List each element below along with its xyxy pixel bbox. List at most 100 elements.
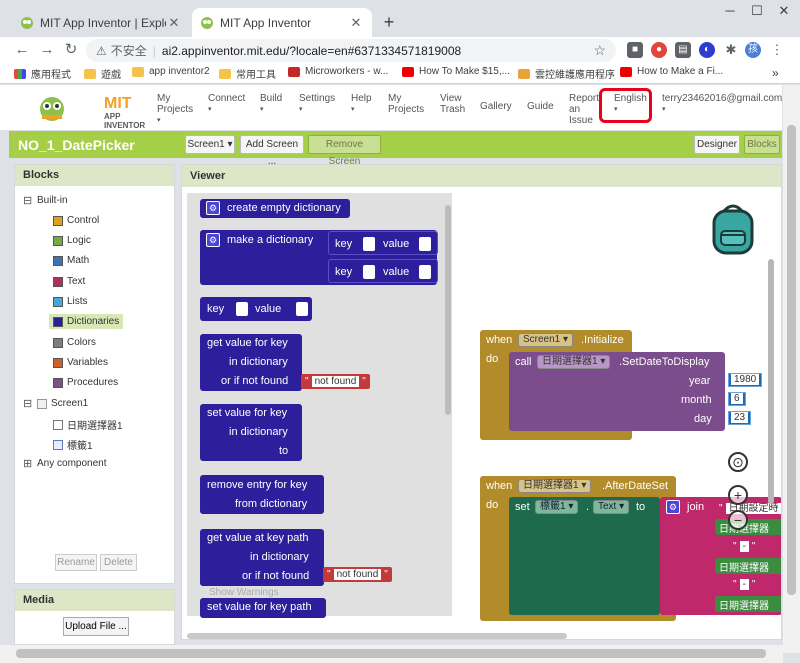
text-not-found[interactable]: " not found " (301, 374, 370, 389)
app-inventor-logo[interactable]: MIT APP INVENTOR (34, 89, 145, 130)
puzzle-icon[interactable]: ✱ (723, 42, 739, 58)
block-remove-entry[interactable]: remove entry for key from dictionary (200, 475, 324, 514)
block-get-value-at-key-path[interactable]: get value at key path in dictionary or i… (200, 529, 324, 586)
bookmark-star-icon[interactable]: ☆ (593, 42, 606, 59)
gear-icon[interactable]: ⚙ (666, 500, 680, 514)
component-dropdown[interactable]: 標籤1 ▾ (535, 500, 579, 514)
page-vertical-scrollbar[interactable] (783, 85, 800, 653)
component-datepicker[interactable]: 日期選擇器1 (53, 417, 123, 432)
bookmark-link[interactable]: Microworkers - w... (288, 66, 388, 77)
bookmark-folder[interactable]: 常用工具 (219, 66, 276, 81)
extension-icon[interactable]: ■ (627, 42, 643, 58)
block-pair[interactable]: key value (200, 297, 312, 321)
bookmark-link[interactable]: How to Make a Fi... (620, 66, 723, 77)
text-not-found[interactable]: " not found " (323, 567, 392, 582)
delete-button[interactable]: Delete (100, 554, 137, 571)
component-dropdown[interactable]: 日期選擇器1 ▾ (518, 479, 592, 493)
block-set-value-for-key[interactable]: set value for key in dictionary to (200, 404, 302, 461)
block-pair[interactable]: key value (328, 259, 438, 283)
more-menu-icon[interactable]: ⋮ (769, 42, 785, 58)
close-icon[interactable]: ✕ (166, 15, 182, 31)
workspace-vertical-scrollbar[interactable] (768, 259, 774, 504)
tree-builtin[interactable]: ⊟ Built-in (23, 194, 68, 207)
extension-blue-icon[interactable]: ◐ (699, 42, 715, 58)
menu-help[interactable]: Help ▾ (351, 93, 372, 115)
bookmark-folder[interactable]: app inventor2 (132, 66, 210, 77)
expand-icon[interactable]: ⊞ (23, 457, 33, 470)
number-day[interactable]: 23 (728, 411, 752, 425)
component-dropdown[interactable]: 日期選擇器1 ▾ (537, 355, 611, 369)
scrollbar-thumb[interactable] (16, 649, 766, 658)
rename-button[interactable]: Rename (55, 554, 97, 571)
window-close-icon[interactable]: ✕ (772, 3, 796, 19)
minimize-icon[interactable]: ─ (718, 3, 742, 18)
chrome-icon[interactable]: ● (651, 42, 667, 58)
block-set-label-text[interactable]: set 標籤1 ▾ . Text ▾ to (509, 497, 660, 615)
category-logic[interactable]: Logic (53, 235, 91, 246)
link-view-trash[interactable]: View Trash (440, 93, 470, 115)
join-part-getter[interactable]: 日期選擇器 (715, 558, 781, 574)
number-month[interactable]: 6 (728, 392, 746, 406)
bookmark-link[interactable]: How To Make $15,... (402, 66, 510, 77)
tree-any-component[interactable]: ⊞ Any component (23, 457, 107, 470)
category-math[interactable]: Math (53, 255, 89, 266)
gear-icon[interactable]: ⚙ (206, 201, 220, 215)
maximize-icon[interactable]: ☐ (745, 3, 769, 19)
upload-file-button[interactable]: Upload File ... (63, 617, 129, 636)
remove-screen-button[interactable]: Remove Screen (308, 135, 381, 167)
join-part-getter[interactable]: 日期選擇器 (715, 519, 781, 535)
gear-icon[interactable]: ⚙ (206, 233, 220, 247)
category-dictionaries[interactable]: Dictionaries (49, 314, 124, 329)
designer-button[interactable]: Designer (694, 135, 740, 154)
new-tab-button[interactable]: + (378, 12, 400, 34)
tree-screen1[interactable]: ⊟ Screen1 (23, 397, 88, 410)
component-label[interactable]: 標籤1 (53, 437, 93, 452)
bookmark-folder[interactable]: 遊戲 (84, 66, 121, 81)
menu-settings[interactable]: Settings ▾ (299, 93, 335, 115)
blocks-button[interactable]: Blocks (744, 135, 780, 154)
link-guide[interactable]: Guide (527, 101, 554, 112)
profile-avatar[interactable]: 孩 (745, 42, 761, 58)
page-horizontal-scrollbar[interactable] (0, 645, 783, 663)
category-control[interactable]: Control (53, 215, 99, 226)
menu-connect[interactable]: Connect ▾ (208, 93, 245, 115)
workspace-horizontal-scrollbar[interactable] (187, 633, 567, 639)
number-year[interactable]: 1980 (728, 373, 763, 387)
category-variables[interactable]: Variables (53, 357, 108, 368)
block-pair[interactable]: key value (328, 231, 438, 255)
address-bar[interactable]: ⚠ 不安全 | ai2.appinventor.mit.edu/?locale=… (86, 39, 616, 62)
dictionaries-flyout[interactable]: ⚙ create empty dictionary ⚙ make a dicti… (187, 193, 452, 618)
flyout-scrollbar[interactable] (445, 205, 451, 415)
join-part-dash[interactable]: " - " (729, 539, 760, 554)
show-warnings-button[interactable]: Show Warnings (209, 587, 279, 598)
join-part-getter[interactable]: 日期選擇器 (715, 596, 781, 612)
block-call-setdatetodisplay[interactable]: call 日期選擇器1 ▾ .SetDateToDisplay year mon… (509, 352, 725, 431)
backpack-icon[interactable] (708, 201, 758, 257)
bookmarks-overflow-icon[interactable]: » (772, 66, 779, 80)
collapse-icon[interactable]: ⊟ (23, 194, 33, 207)
block-get-value-for-key[interactable]: get value for key in dictionary or if no… (200, 334, 302, 391)
menu-account[interactable]: terry23462016@gmail.com ▾ (662, 93, 782, 115)
link-gallery[interactable]: Gallery (480, 101, 512, 112)
zoom-out-icon[interactable]: − (728, 510, 748, 530)
link-report-issue[interactable]: Report an Issue (569, 93, 603, 126)
back-icon[interactable]: ← (12, 40, 32, 60)
close-icon[interactable]: ✕ (348, 15, 364, 31)
add-screen-button[interactable]: Add Screen ... (240, 135, 304, 167)
menu-build[interactable]: Build ▾ (260, 93, 282, 115)
category-text[interactable]: Text (53, 276, 85, 287)
tab-explore[interactable]: MIT App Inventor | Explore MIT ✕ (12, 8, 190, 37)
collapse-icon[interactable]: ⊟ (23, 397, 33, 410)
link-my-projects[interactable]: My Projects (388, 93, 428, 115)
scrollbar-thumb[interactable] (787, 125, 796, 595)
join-part-dash[interactable]: " - " (729, 577, 760, 592)
tab-app-inventor[interactable]: MIT App Inventor ✕ (192, 8, 372, 37)
bookmark-apps[interactable]: 應用程式 (14, 66, 71, 81)
category-procedures[interactable]: Procedures (53, 377, 118, 388)
blocks-workspace[interactable]: ⚙ create empty dictionary ⚙ make a dicti… (182, 187, 781, 639)
property-dropdown[interactable]: Text ▾ (593, 500, 630, 514)
screen-select[interactable]: Screen1 ▾ (185, 135, 235, 154)
bookmark-link[interactable]: 雲控維護應用程序 (518, 66, 615, 81)
folder-icon[interactable]: ▤ (675, 42, 691, 58)
component-dropdown[interactable]: Screen1 ▾ (518, 333, 574, 347)
